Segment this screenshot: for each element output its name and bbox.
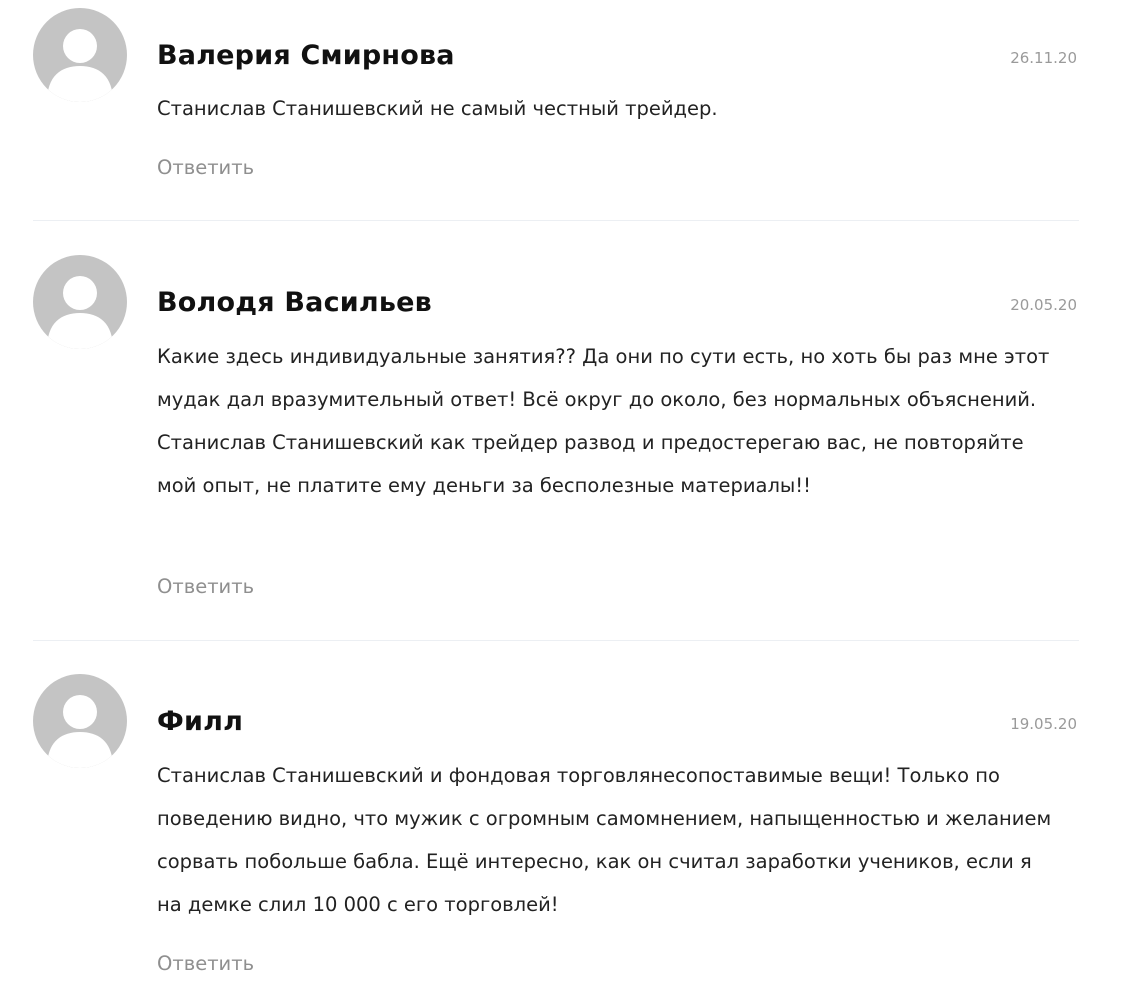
- comments-list: Валерия Смирнова 26.11.20 Станислав Стан…: [0, 0, 1121, 985]
- comment-date: 20.05.20: [1010, 296, 1077, 314]
- comment-author: Володя Васильев: [157, 287, 432, 318]
- reply-button[interactable]: Ответить: [157, 156, 254, 179]
- user-avatar-icon: [33, 255, 127, 349]
- comment-author: Филл: [157, 706, 244, 737]
- comment-text: Станислав Станишевский и фондовая торгов…: [157, 764, 1052, 916]
- reply-button[interactable]: Ответить: [157, 575, 254, 598]
- reply-button[interactable]: Ответить: [157, 952, 254, 975]
- comment-divider: [33, 220, 1079, 221]
- comment-text: Станислав Станишевский не самый честный …: [157, 97, 718, 120]
- comment-text: Какие здесь индивидуальные занятия?? Да …: [157, 345, 1050, 497]
- comment-date: 26.11.20: [1010, 49, 1077, 67]
- comment-divider: [33, 640, 1079, 641]
- comment-date: 19.05.20: [1010, 715, 1077, 733]
- comment-author: Валерия Смирнова: [157, 40, 455, 71]
- user-avatar-icon: [33, 674, 127, 768]
- user-avatar-icon: [33, 8, 127, 102]
